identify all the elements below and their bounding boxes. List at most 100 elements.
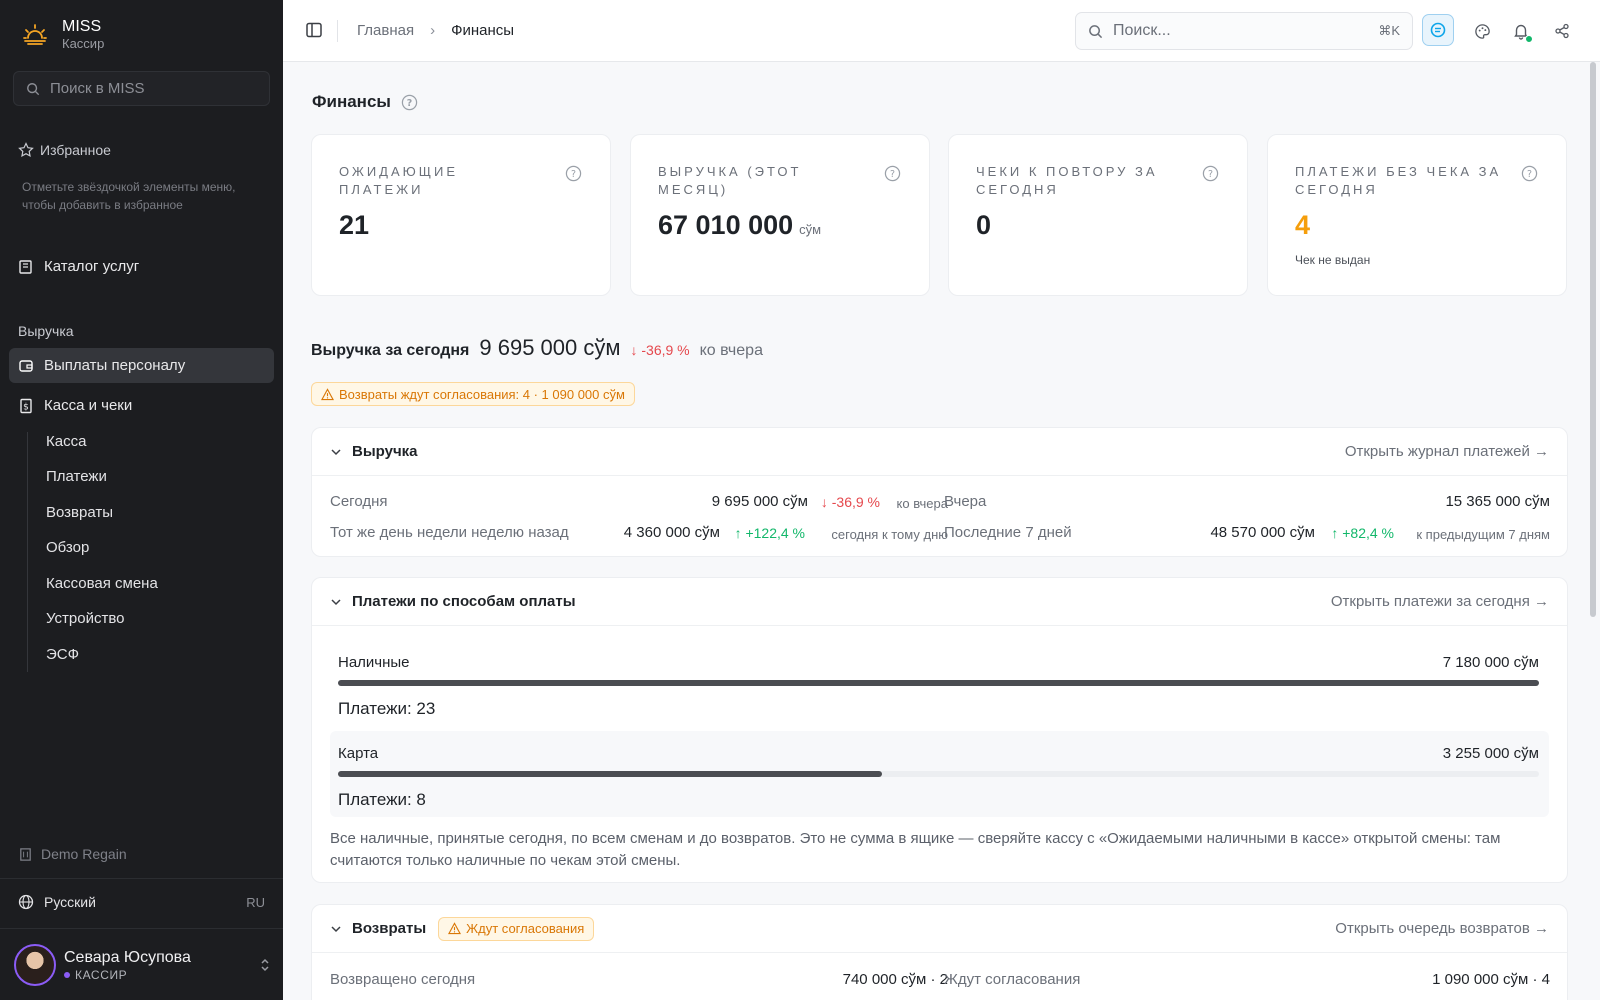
sidebar-subitem-device[interactable]: Устройство <box>46 610 124 627</box>
pending-refunds-value: 1 090 000 сўм · 4 <box>1432 971 1550 988</box>
revenue-card-title: Выручка <box>352 443 418 460</box>
today-revenue-delta: ↓ -36,9 % <box>630 342 690 358</box>
main-scrollbar[interactable] <box>1590 62 1596 617</box>
refunds-card-title: Возвраты <box>352 920 427 937</box>
search-icon <box>1089 24 1103 38</box>
revenue-card: Выручка Открыть журнал платежей → Сегодн… <box>311 427 1568 557</box>
help-icon[interactable]: ? <box>1521 165 1538 182</box>
kpi-value-number: 67 010 000 <box>658 210 794 240</box>
notifications-button[interactable] <box>1507 17 1535 45</box>
sidebar-item-cash-checks[interactable]: $ Касса и чеки <box>18 397 132 414</box>
support-chat-button[interactable] <box>1422 14 1454 46</box>
sidebar-panel-icon <box>306 22 322 38</box>
svg-text:?: ? <box>890 169 895 180</box>
last7-delta-note: к предыдущим 7 дням <box>1416 527 1550 542</box>
page-title-text: Финансы <box>312 92 391 111</box>
sidebar-item-label: Касса и чеки <box>44 397 133 414</box>
sidebar-item-catalog[interactable]: Каталог услуг <box>18 258 139 275</box>
today-label: Сегодня <box>330 493 388 510</box>
sidebar: MISS Кассир Поиск в MISS Избранное Отмет… <box>0 0 283 1000</box>
payment-method-name: Карта <box>338 745 379 762</box>
open-refund-queue-link[interactable]: Открыть очередь возвратов → <box>1335 920 1549 937</box>
global-search-input[interactable]: Поиск... ⌘K <box>1075 12 1413 50</box>
open-today-payments-link[interactable]: Открыть платежи за сегодня → <box>1331 593 1549 610</box>
sidebar-subitem-refunds[interactable]: Возвраты <box>46 504 113 521</box>
kpi-unit: сўм <box>799 222 822 237</box>
today-delta: ↓ -36,9 % <box>820 494 880 510</box>
user-menu[interactable]: Севара Юсупова КАССИР <box>14 944 271 986</box>
payment-methods-note: Все наличные, принятые сегодня, по всем … <box>330 830 1501 869</box>
kpi-monthly-revenue: ВЫРУЧКА (ЭТОТ МЕСЯЦ) ? 67 010 000 сўм <box>630 134 930 296</box>
receipt-icon: $ <box>20 398 32 413</box>
sidebar-search-input[interactable]: Поиск в MISS <box>13 71 270 106</box>
language-selector[interactable]: Русский RU <box>18 894 265 910</box>
kpi-label: ОЖИДАЮЩИЕ ПЛАТЕЖИ <box>339 164 458 197</box>
help-icon[interactable]: ? <box>401 94 418 111</box>
svg-text:?: ? <box>407 97 412 108</box>
yesterday-value: 15 365 000 сўм <box>1445 493 1550 510</box>
today-value: 9 695 000 сўм <box>711 493 808 510</box>
refunds-card-header[interactable]: Возвраты Ждут согласования Открыть очере… <box>312 905 1567 953</box>
help-icon[interactable]: ? <box>565 165 582 182</box>
kpi-pending-payments: ОЖИДАЮЩИЕ ПЛАТЕЖИ ? 21 <box>311 134 611 296</box>
sidebar-item-label: Выплаты персоналу <box>44 357 186 374</box>
theme-button[interactable] <box>1468 17 1496 45</box>
role-dot-icon <box>64 971 70 978</box>
payment-share-bar <box>338 680 1539 686</box>
week-ago-delta: ↑ +122,4 % <box>734 525 805 541</box>
kpi-label: ВЫРУЧКА (ЭТОТ МЕСЯЦ) <box>658 164 802 197</box>
open-payments-journal-link[interactable]: Открыть журнал платежей → <box>1345 443 1549 460</box>
kpi-note: Чек не выдан <box>1295 253 1371 267</box>
sun-logo-icon <box>23 24 47 45</box>
wallet-icon <box>19 359 33 372</box>
organization-link[interactable]: Demo Regain <box>18 846 127 862</box>
week-ago-delta-note: сегодня к тому дню <box>831 527 948 542</box>
payment-methods-header[interactable]: Платежи по способам оплаты Открыть плате… <box>312 578 1567 626</box>
returned-today-label: Возвращено сегодня <box>330 971 476 988</box>
sidebar-subitem-esf[interactable]: ЭСФ <box>46 646 79 663</box>
breadcrumb-home[interactable]: Главная <box>357 22 414 39</box>
kpi-label: ЧЕКИ К ПОВТОРУ ЗА СЕГОДНЯ <box>976 164 1158 197</box>
help-icon[interactable]: ? <box>884 165 901 182</box>
chevron-down-icon <box>331 448 341 455</box>
sidebar-subitem-kassa[interactable]: Касса <box>46 433 86 450</box>
sidebar-item-staff-payouts[interactable]: Выплаты персоналу <box>18 357 185 374</box>
kpi-value-number: 4 <box>1295 210 1311 240</box>
payment-method-cash[interactable]: Наличные 7 180 000 сўм Платежи: 23 <box>330 640 1549 726</box>
sidebar-subitem-overview[interactable]: Обзор <box>46 539 89 556</box>
brand[interactable]: MISS Кассир <box>22 18 104 52</box>
kpi-checks-to-repeat: ЧЕКИ К ПОВТОРУ ЗА СЕГОДНЯ ? 0 <box>948 134 1248 296</box>
help-icon[interactable]: ? <box>1202 165 1219 182</box>
user-name: Севара Юсупова <box>64 948 191 966</box>
user-role: КАССИР <box>64 967 191 983</box>
chevron-up-down-icon <box>261 958 269 972</box>
favorites-hint: Отметьте звёздочкой элементы меню, чтобы… <box>22 180 236 212</box>
payment-share-bar <box>338 771 883 777</box>
payment-method-card[interactable]: Карта 3 255 000 сўм Платежи: 8 <box>330 731 1549 817</box>
submenu-guide-line <box>27 432 28 672</box>
revenue-card-header[interactable]: Выручка Открыть журнал платежей → <box>312 428 1567 476</box>
chat-icon <box>1430 22 1446 38</box>
sidebar-toggle-button[interactable] <box>305 21 323 44</box>
building-icon <box>20 847 31 861</box>
kpi-value-number: 21 <box>339 210 370 240</box>
share-button[interactable] <box>1548 17 1576 45</box>
sidebar-subitem-payments[interactable]: Платежи <box>46 468 107 485</box>
kpi-value: 21 <box>339 210 369 241</box>
payment-methods-card: Платежи по способам оплаты Открыть плате… <box>311 577 1568 883</box>
kpi-label: ПЛАТЕЖИ БЕЗ ЧЕКА ЗА СЕГОДНЯ <box>1295 164 1502 197</box>
sidebar-subitem-cash-shift[interactable]: Кассовая смена <box>46 575 158 592</box>
breadcrumb-separator: › <box>430 22 436 39</box>
payment-share-track <box>338 680 1539 686</box>
refund-warning-text: Возвраты ждут согласования: 4 · 1 090 00… <box>339 386 625 402</box>
sidebar-item-label: Каталог услуг <box>44 258 140 275</box>
warning-icon <box>448 922 462 935</box>
kpi-value: 67 010 000 сўм <box>658 210 821 241</box>
search-icon <box>27 82 40 95</box>
yesterday-label: Вчера <box>944 493 987 510</box>
kpi-value-number: 0 <box>976 210 992 240</box>
today-delta-note: ко вчера <box>896 496 948 511</box>
brand-name: MISS <box>62 18 102 35</box>
sidebar-divider <box>0 878 283 879</box>
refund-warning-badge[interactable]: Возвраты ждут согласования: 4 · 1 090 00… <box>311 382 635 406</box>
